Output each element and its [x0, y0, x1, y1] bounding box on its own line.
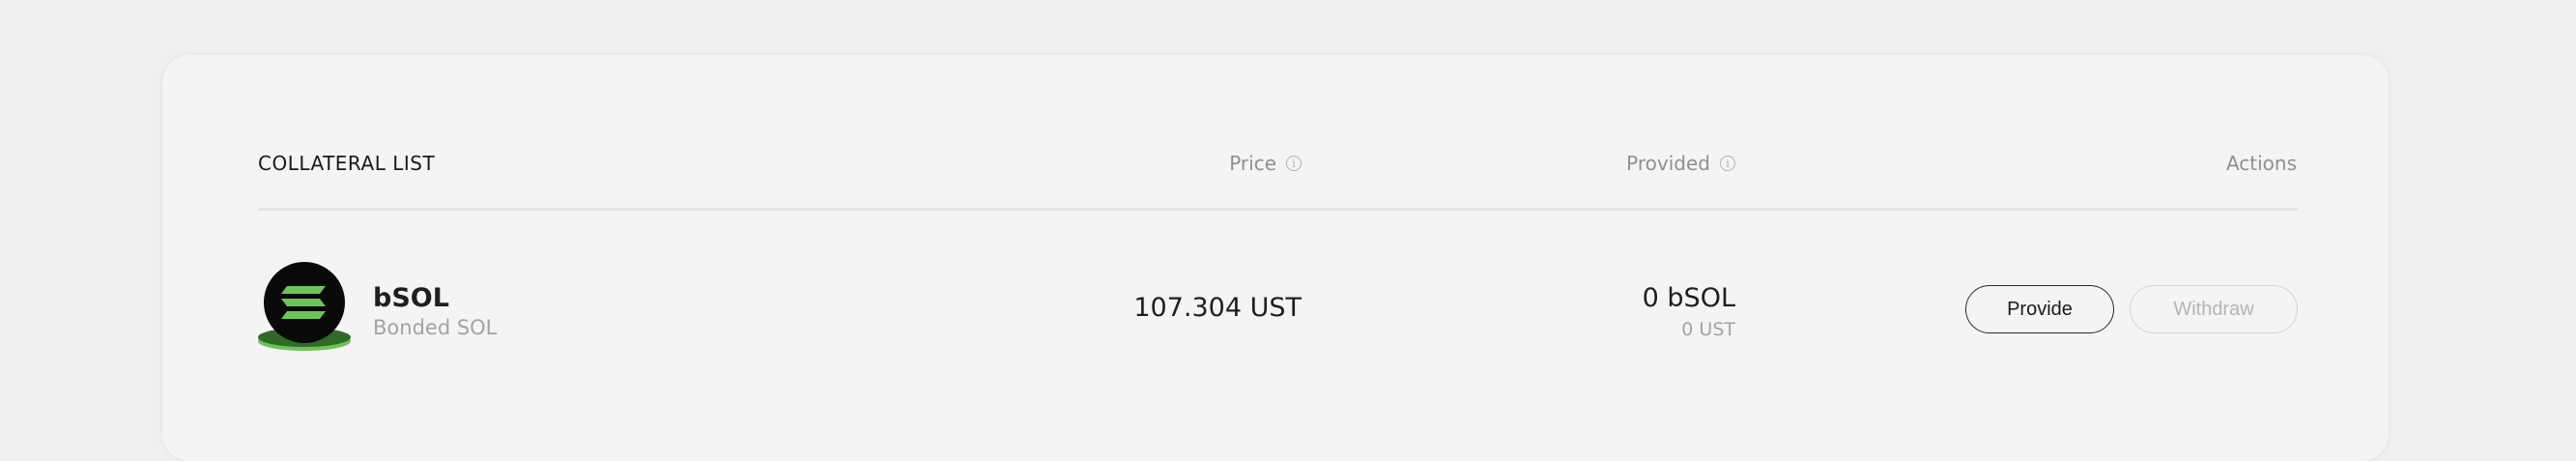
table-row: bSOL Bonded SOL 107.304 UST 0 bSOL 0 UST…: [162, 248, 2389, 355]
header-divider: [258, 208, 2298, 211]
provided-amount: 0 bSOL: [1642, 283, 1735, 313]
column-header-provided: Provided i: [1626, 152, 1735, 175]
column-header-provided-label: Provided: [1626, 152, 1710, 175]
collateral-list-card: COLLATERAL LIST Price i Provided i Actio…: [162, 55, 2389, 461]
provided-info-icon[interactable]: i: [1720, 156, 1735, 171]
collateral-list-title: COLLATERAL LIST: [258, 152, 436, 175]
column-header-actions: Actions: [2226, 152, 2297, 175]
token-name: Bonded SOL: [373, 316, 498, 339]
withdraw-button[interactable]: Withdraw: [2130, 285, 2298, 333]
provided-value: 0 UST: [1681, 319, 1735, 340]
column-header-price-label: Price: [1229, 152, 1276, 175]
token-price: 107.304 UST: [1133, 293, 1302, 323]
solana-icon: [258, 262, 351, 351]
token-symbol: bSOL: [373, 283, 449, 313]
collateral-list-header: COLLATERAL LIST Price i Provided i Actio…: [162, 55, 2389, 217]
provide-button[interactable]: Provide: [1965, 285, 2114, 333]
price-info-icon[interactable]: i: [1286, 156, 1302, 171]
column-header-actions-label: Actions: [2225, 152, 2297, 175]
column-header-price: Price i: [1229, 152, 1302, 175]
